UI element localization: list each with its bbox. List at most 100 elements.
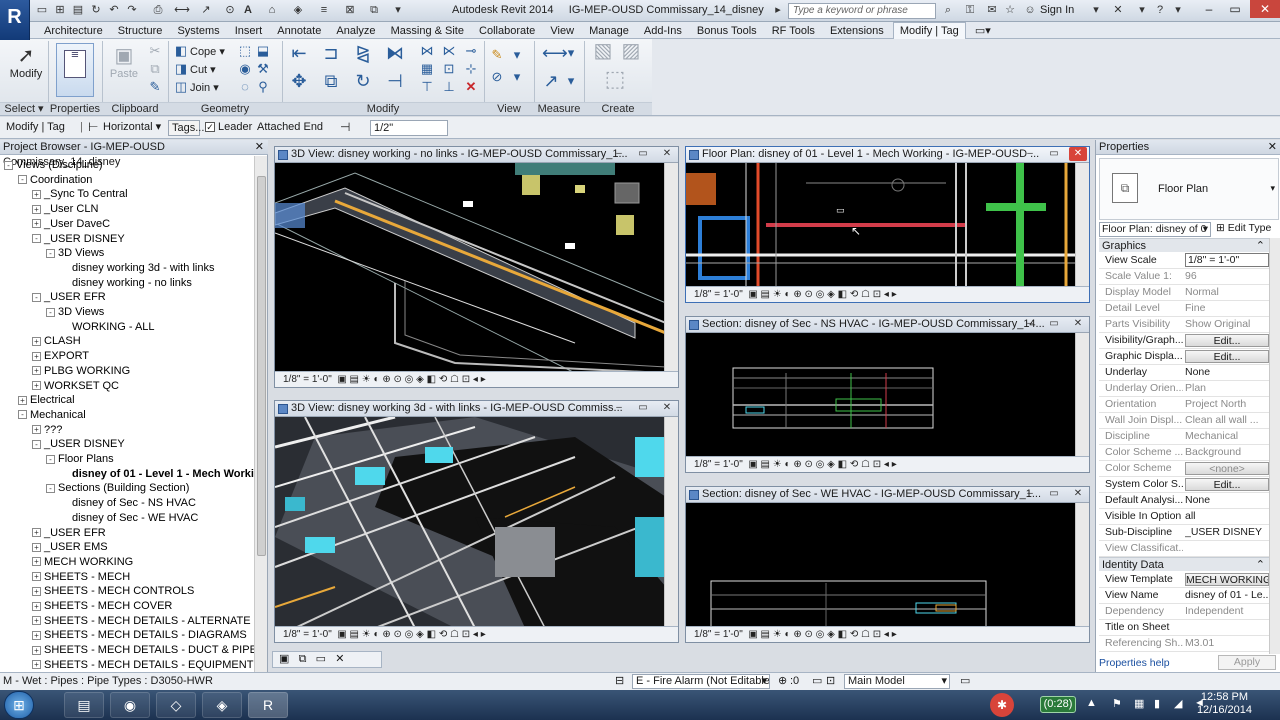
thin-lines-icon[interactable]: ≡ [316, 3, 332, 18]
subscription-icon[interactable]: ⚿ [962, 3, 978, 18]
property-row[interactable]: Visible In Option all [1099, 509, 1269, 525]
expand-icon[interactable]: + [32, 572, 41, 582]
view-minimize-button[interactable]: – [1021, 147, 1039, 161]
property-value[interactable]: None [1185, 365, 1269, 380]
explorer-taskbar-icon[interactable]: ▤ [64, 692, 104, 718]
favorites-icon[interactable]: ☆ [1002, 3, 1018, 18]
browser-tree-item[interactable]: + SHEETS - MECH DETAILS - DUCT & PIPE [32, 643, 254, 657]
view-close-button[interactable]: ✕ [658, 147, 676, 161]
property-value[interactable]: <none> [1185, 462, 1269, 475]
view-minimize-button[interactable]: – [1021, 487, 1039, 501]
project-browser-close-icon[interactable]: ✕ [255, 140, 264, 155]
paste-button[interactable]: ▣ Paste [108, 43, 140, 80]
wall-joins-icon[interactable]: ⬚ [236, 43, 254, 59]
view-window-section-ns[interactable]: Section: disney of Sec - NS HVAC - IG-ME… [685, 316, 1090, 473]
properties-scrollbar[interactable] [1269, 238, 1280, 654]
collapse-icon[interactable]: - [32, 234, 41, 244]
expand-icon[interactable]: + [32, 630, 41, 640]
tab-manage[interactable]: Manage [583, 23, 635, 39]
communication-icon[interactable]: ✉ [984, 3, 1000, 18]
expand-icon[interactable]: + [32, 366, 41, 376]
cope-button[interactable]: ◧ Cope ▾ [172, 43, 225, 59]
delete-icon[interactable]: ✕ [462, 79, 480, 95]
property-edit-button[interactable]: Edit... [1185, 334, 1269, 347]
expand-icon[interactable]: + [32, 381, 41, 391]
property-row[interactable]: View Template MECH WORKING [1099, 572, 1269, 588]
browser-tree-item[interactable]: + _USER EFR [32, 526, 106, 540]
qat-dropdown-icon[interactable]: ▾ [390, 3, 406, 18]
view-control-icons[interactable]: ▣ ▤ ☀ ◐ ⊕ ⊙ ◎ ◈ ◧ ⟲ ☖ ⊡ ◂ ▸ [337, 374, 485, 385]
print-icon[interactable]: ⎙ [150, 3, 166, 18]
mirror-draw-icon[interactable]: ⧑ [386, 44, 404, 62]
property-group-header[interactable]: Identity Data ⌃ [1099, 557, 1269, 571]
property-value[interactable]: Independent [1185, 604, 1269, 619]
redo-icon[interactable]: ↷ [124, 3, 140, 18]
browser-tree-item[interactable]: - Sections (Building Section) [46, 481, 189, 495]
properties-close-icon[interactable]: ✕ [1268, 140, 1277, 155]
view-window-3d-with-links[interactable]: 3D View: disney working 3d - with links … [274, 400, 679, 643]
measure-tool-icon[interactable]: ⟷ [542, 44, 568, 62]
trim-multiple-icon[interactable]: ⊥ [440, 79, 458, 95]
orientation-select[interactable]: Horizontal ▾ [100, 120, 161, 136]
tab-collaborate[interactable]: Collaborate [473, 23, 541, 39]
browser-tree-item[interactable]: WORKING - ALL [60, 320, 155, 334]
browser-tree-item[interactable]: + SHEETS - MECH [32, 570, 130, 584]
tab-massing-site[interactable]: Massing & Site [385, 23, 470, 39]
tab-extensions[interactable]: Extensions [824, 23, 890, 39]
view-control-icons[interactable]: ▣ ▤ ☀ ◐ ⊕ ⊙ ◎ ◈ ◧ ⟲ ☖ ⊡ ◂ ▸ [748, 289, 896, 300]
browser-tree-item[interactable]: + _User CLN [32, 202, 98, 216]
design-options-pick-icon[interactable]: ⊡ [826, 673, 835, 690]
plan-viewport[interactable]: ▭ ↖ [686, 163, 1075, 286]
modify-button[interactable]: ➚ Modify [8, 43, 44, 80]
tab-rf-tools[interactable]: RF Tools [766, 23, 821, 39]
expand-icon[interactable]: + [32, 542, 41, 552]
tab-annotate[interactable]: Annotate [271, 23, 327, 39]
view-control-icons[interactable]: ▣ ▤ ☀ ◐ ⊕ ⊙ ◎ ◈ ◧ ⟲ ☖ ⊡ ◂ ▸ [748, 629, 896, 640]
browser-tree-item[interactable]: + SHEETS - MECH DETAILS - DIAGRAMS [32, 628, 247, 642]
sync-icon[interactable]: ↻ [88, 3, 104, 18]
mirror-axis-icon[interactable]: ⧎ [354, 44, 372, 62]
view-close-button[interactable]: ✕ [1069, 317, 1087, 331]
expand-icon[interactable]: + [32, 586, 41, 596]
browser-tree-item[interactable]: disney of Sec - WE HVAC [60, 511, 198, 525]
property-row[interactable]: Scale Value 1: 96 [1099, 269, 1269, 285]
property-row[interactable]: Detail Level Fine [1099, 301, 1269, 317]
browser-tree-item[interactable]: + SHEETS - MECH DETAILS - ALTERNATE [32, 614, 251, 628]
leader-checkbox[interactable]: ✓ Leader [205, 120, 252, 136]
property-row[interactable]: Default Analysi... None [1099, 493, 1269, 509]
rotate-icon[interactable]: ↻ [354, 72, 372, 90]
view-control-icons[interactable]: ▣ ▤ ☀ ◐ ⊕ ⊙ ◎ ◈ ◧ ⟲ ☖ ⊡ ◂ ▸ [337, 629, 485, 640]
view-close-button[interactable]: ✕ [658, 401, 676, 415]
trim-single-icon[interactable]: ⊤ [418, 79, 436, 95]
recorder-icon[interactable]: ✱ [990, 693, 1014, 717]
copy-clipboard-icon[interactable]: ⧉ [146, 61, 164, 77]
property-edit-button[interactable]: Edit... [1185, 478, 1269, 491]
collapse-icon[interactable]: - [46, 248, 55, 258]
view-minimize-button[interactable]: – [610, 147, 628, 161]
user-icon[interactable]: ☺ [1022, 3, 1038, 18]
browser-tree-item[interactable]: -3D Views [46, 305, 104, 319]
collapse-icon[interactable]: - [32, 292, 41, 302]
property-value[interactable]: disney of 01 - Le... [1185, 588, 1269, 603]
unpin-icon[interactable]: ⊸ [462, 43, 480, 59]
maximize-icon[interactable]: ▭ [316, 653, 326, 665]
exchange-apps-icon[interactable]: ✕ [1110, 3, 1126, 18]
tab-modify-tag[interactable]: Modify | Tag [892, 22, 966, 39]
move-icon[interactable]: ✥ [290, 72, 308, 90]
browser-tree-item[interactable]: - _USER DISNEY [32, 437, 125, 451]
expand-icon[interactable]: + [32, 645, 41, 655]
workset-icon[interactable]: ⊟ [615, 673, 624, 690]
tray-network-icon[interactable]: ▦ [1134, 697, 1144, 710]
property-value[interactable]: Show Original [1185, 317, 1269, 332]
application-menu-button[interactable]: R [0, 0, 30, 40]
view-dropdown-icon[interactable]: ▾ [508, 47, 526, 63]
close-button[interactable]: ✕ [1250, 0, 1280, 18]
property-value[interactable]: Plan [1185, 381, 1269, 396]
close-icon[interactable]: ✕ [335, 653, 344, 665]
view-window-3d-no-links[interactable]: 3D View: disney working - no links - IG-… [274, 146, 679, 388]
view-maximize-button[interactable]: ▭ [1045, 147, 1063, 161]
browser-tree-item[interactable]: - _USER DISNEY [32, 232, 125, 246]
browser-tree-item[interactable]: - Mechanical [18, 408, 86, 422]
expand-icon[interactable]: + [32, 601, 41, 611]
tab-view[interactable]: View [544, 23, 580, 39]
